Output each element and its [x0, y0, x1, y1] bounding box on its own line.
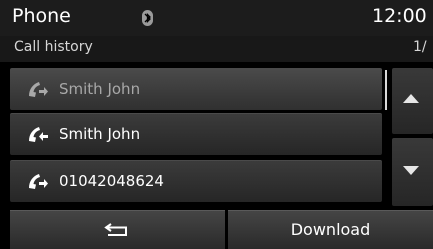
call-history-row[interactable]: 01042048624 [10, 160, 382, 202]
page-subtitle: Call history [14, 39, 93, 55]
phone-number: 01042048624 [59, 172, 164, 190]
phone-screen: Phone 12:00 Call history 1/ Smith John S… [0, 0, 433, 249]
download-button[interactable]: Download [228, 210, 433, 249]
contact-name: Smith John [59, 125, 141, 143]
contact-name: Smith John [59, 80, 141, 98]
back-button[interactable] [10, 210, 225, 249]
page-indicator: 1/ [413, 39, 427, 55]
clock: 12:00 [372, 5, 427, 27]
bluetooth-icon [142, 10, 153, 26]
outgoing-call-icon [27, 171, 49, 191]
scroll-down-button[interactable] [392, 138, 433, 206]
bottom-bar: Download [0, 210, 433, 249]
download-label: Download [290, 220, 371, 239]
sub-header: Call history 1/ [0, 36, 433, 62]
call-history-row[interactable]: Smith John [10, 113, 382, 155]
back-arrow-icon [104, 221, 130, 243]
status-bar: Phone 12:00 [0, 0, 433, 36]
triangle-down-icon [403, 166, 419, 175]
incoming-call-icon [27, 124, 49, 144]
scroll-position-indicator [385, 70, 387, 110]
app-title: Phone [12, 5, 71, 27]
scroll-up-button[interactable] [392, 68, 433, 134]
outgoing-call-icon [27, 79, 49, 99]
call-history-row[interactable]: Smith John [10, 68, 382, 110]
triangle-up-icon [403, 94, 419, 103]
